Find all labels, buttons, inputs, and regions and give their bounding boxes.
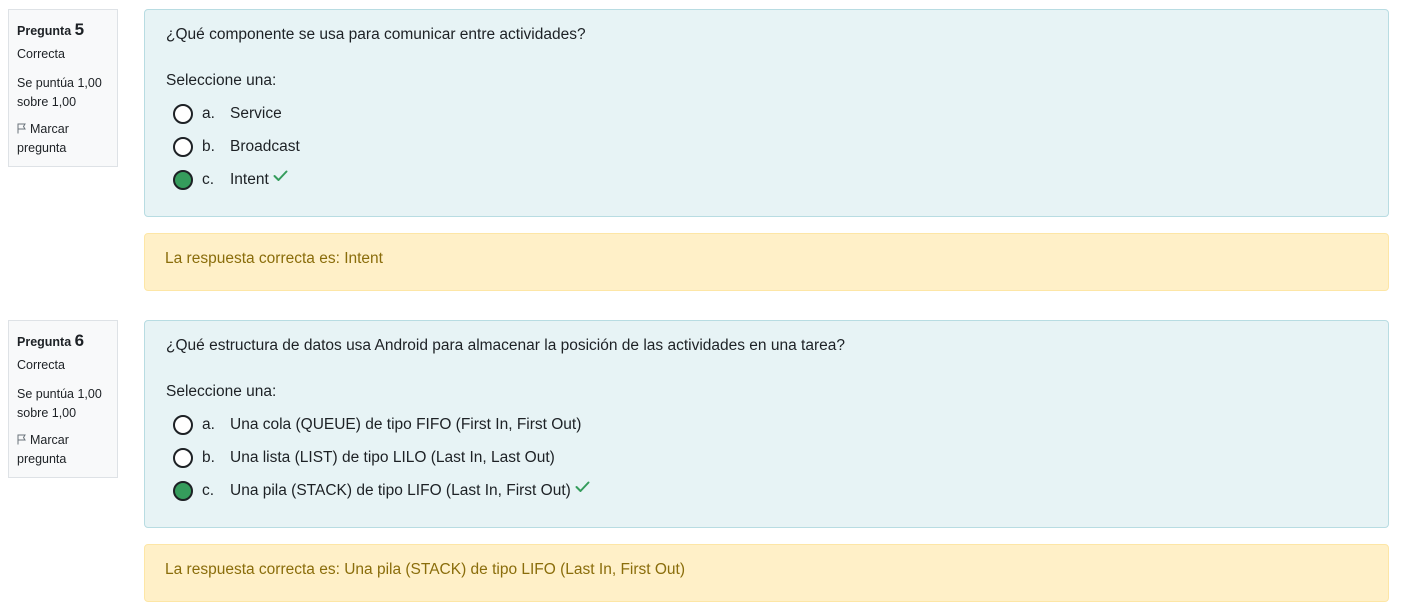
- flag-line-1: Marcar: [30, 122, 69, 136]
- flag-line-2: pregunta: [17, 141, 67, 155]
- flag-question-link[interactable]: Marcar pregunta: [17, 120, 109, 158]
- grade-line-1: Se puntúa 1,00: [17, 76, 102, 90]
- radio-button-selected[interactable]: [173, 170, 193, 190]
- question-number-heading: Pregunta 6: [17, 332, 109, 351]
- question-grade: Se puntúa 1,00 sobre 1,00: [17, 385, 109, 423]
- answer-option-c[interactable]: c. Intent: [173, 167, 288, 193]
- option-text: Una cola (QUEUE) de tipo FIFO (First In,…: [230, 416, 582, 433]
- answer-prompt: Seleccione una:: [166, 72, 277, 89]
- option-letter: c.: [202, 171, 215, 188]
- question-state: Correcta: [17, 358, 65, 372]
- answer-option-b[interactable]: b. Una lista (LIST) de tipo LILO (Last I…: [173, 445, 555, 471]
- question-formulation: ¿Qué estructura de datos usa Android par…: [144, 320, 1389, 528]
- radio-button[interactable]: [173, 137, 193, 157]
- correct-answer-feedback: La respuesta correcta es: Intent: [144, 233, 1389, 291]
- answer-prompt: Seleccione una:: [166, 383, 277, 400]
- grade-line-2: sobre 1,00: [17, 95, 77, 109]
- flag-icon: [17, 121, 27, 134]
- question-label: Pregunta: [17, 24, 72, 38]
- correct-check-icon: [575, 480, 590, 492]
- radio-button[interactable]: [173, 448, 193, 468]
- option-text: Service: [230, 105, 282, 122]
- answer-option-a[interactable]: a. Una cola (QUEUE) de tipo FIFO (First …: [173, 412, 581, 438]
- question-formulation: ¿Qué componente se usa para comunicar en…: [144, 9, 1389, 217]
- option-text: Intent: [230, 171, 269, 188]
- option-text: Una pila (STACK) de tipo LIFO (Last In, …: [230, 482, 571, 499]
- correct-answer-feedback: La respuesta correcta es: Una pila (STAC…: [144, 544, 1389, 602]
- question-number-heading: Pregunta 5: [17, 21, 109, 40]
- question-number: 5: [74, 20, 85, 39]
- question-number: 6: [74, 331, 85, 350]
- question-text: ¿Qué estructura de datos usa Android par…: [166, 337, 845, 354]
- question-state: Correcta: [17, 47, 65, 61]
- option-letter: a.: [202, 105, 215, 122]
- radio-button[interactable]: [173, 104, 193, 124]
- flag-line-2: pregunta: [17, 452, 67, 466]
- flag-question-link[interactable]: Marcar pregunta: [17, 431, 109, 469]
- question-label: Pregunta: [17, 335, 72, 349]
- answer-option-c[interactable]: c. Una pila (STACK) de tipo LIFO (Last I…: [173, 478, 590, 504]
- question-info-panel: Pregunta 5 Correcta Se puntúa 1,00 sobre…: [8, 9, 118, 167]
- option-letter: c.: [202, 482, 215, 499]
- correct-check-icon: [273, 169, 288, 181]
- question-info-panel: Pregunta 6 Correcta Se puntúa 1,00 sobre…: [8, 320, 118, 478]
- answer-option-b[interactable]: b. Broadcast: [173, 134, 300, 160]
- question-text: ¿Qué componente se usa para comunicar en…: [166, 26, 586, 43]
- radio-button-selected[interactable]: [173, 481, 193, 501]
- option-text: Una lista (LIST) de tipo LILO (Last In, …: [230, 449, 555, 466]
- grade-line-2: sobre 1,00: [17, 406, 77, 420]
- flag-icon: [17, 432, 27, 445]
- question-grade: Se puntúa 1,00 sobre 1,00: [17, 74, 109, 112]
- flag-line-1: Marcar: [30, 433, 69, 447]
- answer-option-a[interactable]: a. Service: [173, 101, 282, 127]
- radio-button[interactable]: [173, 415, 193, 435]
- option-letter: b.: [202, 138, 215, 155]
- grade-line-1: Se puntúa 1,00: [17, 387, 102, 401]
- option-text: Broadcast: [230, 138, 300, 155]
- option-letter: a.: [202, 416, 215, 433]
- option-letter: b.: [202, 449, 215, 466]
